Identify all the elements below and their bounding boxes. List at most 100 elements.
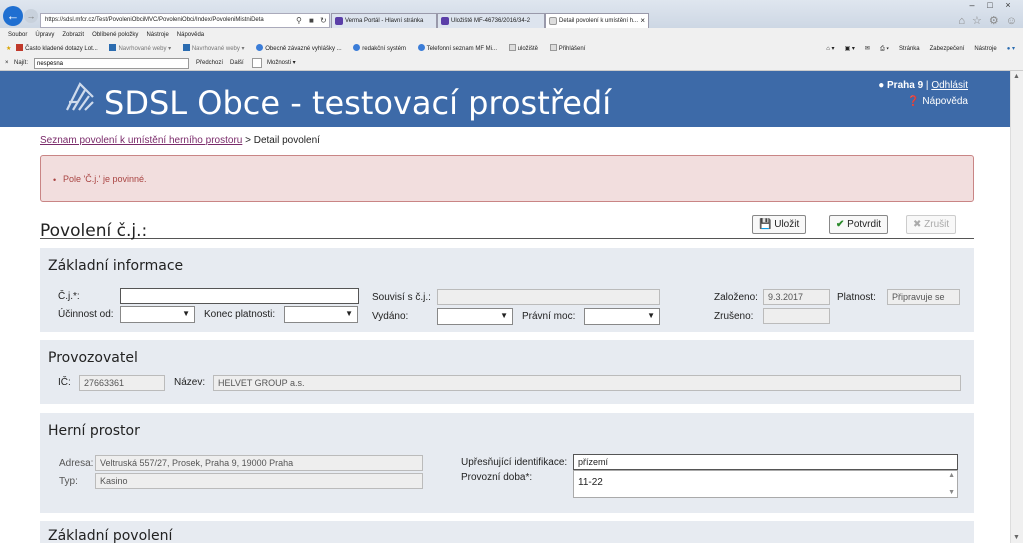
close-icon[interactable]: × [640, 14, 645, 28]
venue-panel: Herní prostor Adresa: Veltruská 557/27, … [40, 413, 974, 513]
address-bar[interactable]: https://sdsl.mfcr.cz/Test/PovoleniObciMV… [40, 13, 330, 28]
maximize-icon[interactable]: □ [981, 0, 999, 10]
close-find-icon[interactable]: × [5, 60, 9, 66]
browser-tools: ⌂ ☆ ⚙ ☺ [951, 14, 1017, 27]
logout-link[interactable]: Odhlásit [931, 80, 968, 91]
save-label: Uložit [774, 219, 800, 230]
find-prev-button[interactable]: Předchozí [196, 56, 223, 71]
mail-icon[interactable]: ✉ [865, 46, 870, 52]
page-icon [549, 44, 557, 51]
print-icon[interactable]: ⎙ ▾ [880, 46, 889, 52]
close-window-icon[interactable]: × [999, 0, 1017, 10]
operator-panel: Provozovatel IČ: 27663361 Název: HELVET … [40, 340, 974, 404]
menu-upravy[interactable]: Úpravy [35, 32, 54, 38]
favorites-star-icon[interactable]: ☆ [972, 15, 982, 27]
tab-label: Verma Portál - Hlavní stránka [345, 18, 424, 24]
highlight-icon[interactable] [252, 58, 262, 68]
cancel-label: Zrušit [924, 219, 950, 230]
site-icon [441, 17, 449, 25]
minimize-icon[interactable]: – [963, 0, 981, 10]
cj-label: Č.j.*: [58, 291, 80, 302]
upres-input[interactable]: přízemí [573, 454, 958, 470]
cmd-nastroje[interactable]: Nástroje [974, 46, 996, 52]
ic-field: 27663361 [79, 375, 165, 391]
pravni-moc-date-select[interactable]: ▼ [584, 308, 660, 325]
main-content: Seznam povolení k umístění herního prost… [30, 127, 980, 544]
sdsl-logo-icon [66, 82, 94, 111]
cmd-zabezpeceni[interactable]: Zabezpečení [930, 46, 965, 52]
scroll-down-icon[interactable]: ▼ [1013, 534, 1020, 541]
scroll-up-icon[interactable]: ▲ [948, 472, 955, 479]
doba-label: Provozní doba*: [461, 472, 533, 483]
fav-item[interactable]: Často kladené dotazy Lot... [16, 44, 98, 52]
forward-button[interactable]: → [24, 9, 38, 23]
feed-icon[interactable]: ▣ ▾ [845, 46, 855, 52]
help-label: Nápověda [922, 96, 968, 107]
find-options-label: Možnosti [267, 60, 292, 66]
menu-zobrazit[interactable]: Zobrazit [62, 32, 84, 38]
zruseno-label: Zrušeno: [714, 311, 754, 322]
zruseno-field [763, 308, 830, 324]
smiley-icon[interactable]: ☺ [1006, 15, 1017, 27]
menu-soubor[interactable]: Soubor [8, 32, 27, 38]
find-options-button[interactable]: Možnosti ▾ [267, 56, 296, 71]
tab-uloziste[interactable]: Uložiště MF-46736/2016/34-2 [437, 13, 545, 28]
fav-item[interactable]: uložiště [508, 44, 538, 52]
help-icon[interactable]: ● ▾ [1007, 46, 1015, 52]
breadcrumb-list-link[interactable]: Seznam povolení k umístění herního prost… [40, 135, 242, 146]
chevron-down-icon: ▼ [500, 311, 508, 320]
bing-icon [182, 44, 190, 51]
platnost-field: Připravuje se [887, 289, 960, 305]
cj-input[interactable] [120, 288, 359, 304]
fav-item[interactable]: Obecně závazné vyhlášky ... [256, 44, 342, 52]
fav-item[interactable]: Navrhované weby ▾ [182, 44, 245, 52]
fav-item[interactable]: Telefonní seznam MF Mi... [417, 44, 497, 52]
cancel-button[interactable]: ✖ Zrušit [906, 215, 957, 234]
fav-label: Navrhované weby [118, 46, 167, 52]
fav-item[interactable]: Přihlášení [549, 44, 586, 52]
breadcrumb-current: Detail povolení [253, 135, 320, 146]
find-input[interactable] [34, 58, 189, 69]
fav-item[interactable]: redakční systém [353, 44, 406, 52]
app-title: SDSL Obce - testovací prostředí [104, 84, 612, 122]
address-text: https://sdsl.mfcr.cz/Test/PovoleniObciMV… [45, 17, 264, 23]
favorites-star-icon[interactable]: ★ [6, 46, 11, 52]
menu-nastroje[interactable]: Nástroje [146, 32, 168, 38]
refresh-icon[interactable]: ↻ [320, 14, 327, 27]
page-scrollbar[interactable]: ▲ ▼ [1010, 71, 1023, 543]
chevron-down-icon: ▼ [647, 311, 655, 320]
tab-verma[interactable]: Verma Portál - Hlavní stránka [331, 13, 437, 28]
menu-napoveda[interactable]: Nápověda [177, 32, 204, 38]
section-title: Základní povolení [48, 528, 173, 544]
fav-label: Telefonní seznam MF Mi... [426, 46, 497, 52]
search-icon[interactable]: ⚲ [296, 14, 302, 27]
x-icon: ✖ [913, 219, 922, 230]
nazev-field: HELVET GROUP a.s. [213, 375, 961, 391]
doba-textarea[interactable]: 11-22 ▲ ▼ [573, 470, 958, 498]
menu-oblibene[interactable]: Oblíbené položky [92, 32, 138, 38]
back-button[interactable]: ← [3, 6, 23, 26]
ucinnost-date-select[interactable]: ▼ [120, 306, 195, 323]
upres-label: Upřesňující identifikace: [461, 457, 568, 468]
cmd-stranka[interactable]: Stránka [899, 46, 920, 52]
ie-icon [256, 44, 264, 51]
breadcrumb-separator: > [245, 135, 251, 146]
vydano-date-select[interactable]: ▼ [437, 308, 513, 325]
home-icon[interactable]: ⌂ ▾ [826, 46, 834, 52]
home-icon[interactable]: ⌂ [958, 15, 965, 27]
scroll-down-icon[interactable]: ▼ [948, 489, 955, 496]
scroll-up-icon[interactable]: ▲ [1013, 73, 1020, 80]
pravni-moc-label: Právní moc: [522, 311, 576, 322]
find-next-button[interactable]: Další [230, 56, 244, 71]
konec-label: Konec platnosti: [204, 309, 276, 320]
zalozeno-field: 9.3.2017 [763, 289, 830, 305]
help-link[interactable]: ❓ Nápověda [878, 94, 968, 110]
fav-label: Přihlášení [558, 46, 586, 52]
save-button[interactable]: 💾 Uložit [752, 215, 807, 234]
fav-item[interactable]: Navrhované weby ▾ [109, 44, 171, 52]
gear-icon[interactable]: ⚙ [989, 15, 999, 27]
tab-detail[interactable]: Detail povolení k umístění h... × [545, 13, 649, 28]
confirm-button[interactable]: ✔ Potvrdit [829, 215, 889, 234]
fav-label: redakční systém [362, 46, 406, 52]
konec-date-select[interactable]: ▼ [284, 306, 358, 323]
